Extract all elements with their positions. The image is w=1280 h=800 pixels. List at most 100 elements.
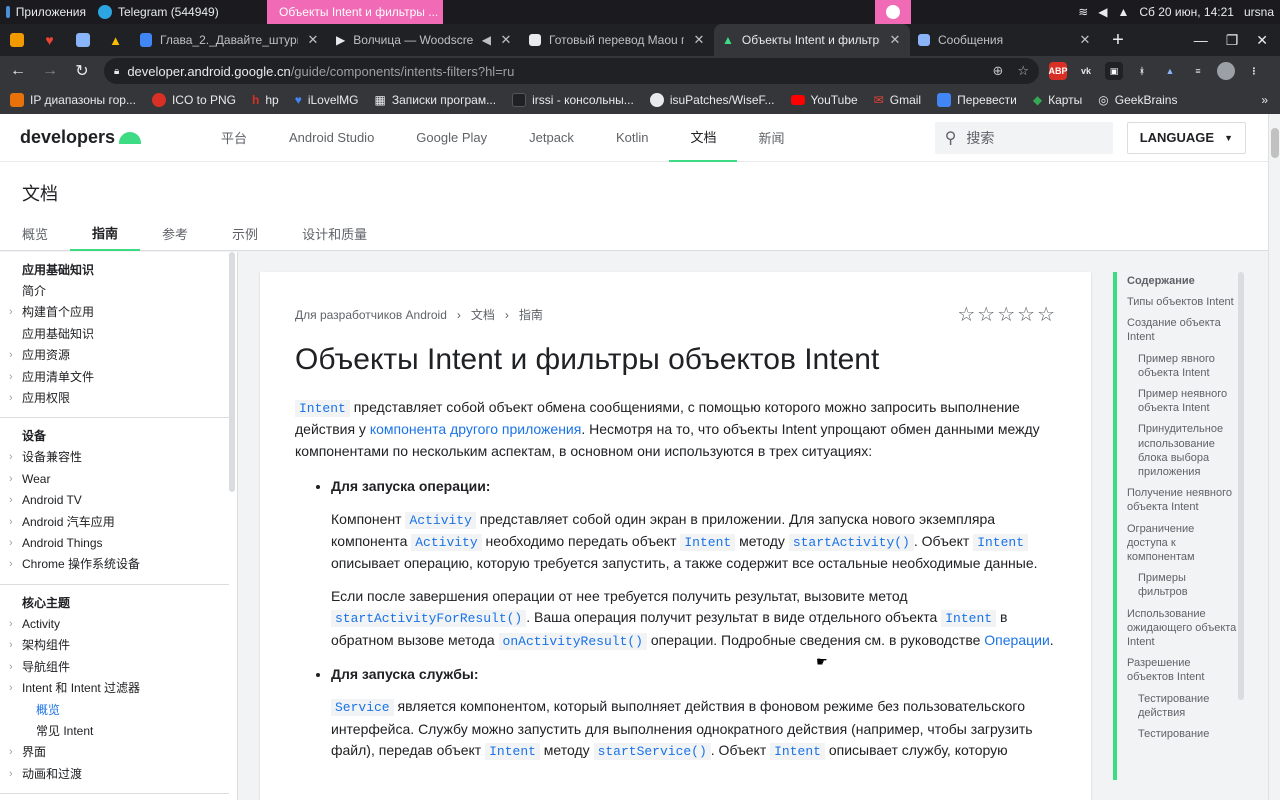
code-reference[interactable]: Intent [973,534,1029,552]
sidebar-item[interactable]: 简介 [0,281,229,302]
code-reference[interactable]: startActivityForResult() [331,610,527,628]
add-icon[interactable]: ⊕ [992,63,1003,79]
bell-icon[interactable]: ▲ [1117,5,1129,19]
nav-kotlin[interactable]: Kotlin [595,114,670,162]
sidebar-item[interactable]: Android 汽车应用 [0,512,229,534]
tab-music[interactable]: ▶ Волчица — Woodscre ◀ ✕ [328,24,521,56]
page-scrollbar[interactable] [1268,114,1280,800]
star-icon[interactable]: ☆ [1017,63,1029,79]
back-icon[interactable]: ← [4,62,32,80]
close-icon[interactable]: ✕ [692,32,706,48]
toc-item[interactable]: Тестирование действия [1127,692,1238,720]
language-button[interactable]: LANGUAGE ▼ [1126,121,1246,154]
maximize-icon[interactable]: ❐ [1226,24,1239,56]
taskbar-chrome-active[interactable]: Объекты Intent и фильтры ... [267,0,443,24]
toc-item[interactable]: Получение неявного объекта Intent [1127,486,1238,514]
nav-jetpack[interactable]: Jetpack [508,114,595,162]
tab-pinned-2[interactable]: ♥ [33,24,66,56]
toc-item[interactable]: Пример неявного объекта Intent [1127,387,1238,415]
sidebar-item[interactable]: 架构组件 [0,635,229,657]
sidebar-item[interactable]: Android TV [0,490,229,512]
toc-item[interactable]: Типы объектов Intent [1127,295,1238,309]
bookmark-item[interactable]: ◎ GeekBrains [1098,93,1177,107]
sidebar-item[interactable]: 导航组件 [0,657,229,679]
close-icon[interactable]: ✕ [1078,32,1092,48]
nav-platform[interactable]: 平台 [200,114,268,162]
sidebar-item[interactable]: 概览 [0,700,229,721]
breadcrumb-item[interactable]: 指南 [519,306,543,323]
toc-item[interactable]: Принудительное использование блока выбор… [1127,422,1238,479]
bookmark-item[interactable]: h hp [252,93,279,107]
star-icon[interactable]: ☆ [977,302,995,327]
code-reference[interactable]: startService() [593,743,711,761]
tab-reference[interactable]: 参考 [140,215,210,251]
developers-logo[interactable]: developers [20,127,200,148]
minimize-icon[interactable]: — [1194,24,1208,56]
menu-icon[interactable]: ⋮ [1245,62,1263,80]
sidebar-item[interactable]: Intent 和 Intent 过滤器 [0,678,229,700]
code-reference[interactable]: Activity [411,534,482,552]
clock[interactable]: Сб 20 июн, 14:21 [1139,5,1234,19]
close-icon[interactable]: ✕ [888,32,902,48]
tab-docs[interactable]: Глава_2._Давайте_штурмо ✕ [132,24,328,56]
taskbar-telegram[interactable]: Telegram (544949) [92,0,267,24]
extension-icon[interactable]: ▣ [1105,62,1123,80]
scrollbar-thumb[interactable] [1271,128,1279,158]
address-bar[interactable]: 🔒︎ developer.android.google.cn/guide/com… [104,58,1039,84]
code-reference[interactable]: Intent [941,610,997,628]
toc-item[interactable]: Тестирование [1127,727,1238,741]
toc-item[interactable]: Использование ожидающего объекта Intent [1127,607,1238,650]
new-tab-button[interactable]: + [1100,24,1136,56]
intent-code[interactable]: Intent [295,400,350,417]
sidebar-item[interactable]: Chrome 操作系统设备 [0,554,229,576]
reload-icon[interactable]: ↻ [68,61,96,81]
toc-item[interactable]: Разрешение объектов Intent [1127,656,1238,684]
profile-avatar[interactable] [1217,62,1235,80]
sidebar-item[interactable]: 常见 Intent [0,721,229,742]
tab-pinned-1[interactable] [0,24,33,56]
code-reference[interactable]: startActivity() [788,534,914,552]
toc-item[interactable]: Ограничение доступа к компонентам [1127,522,1238,565]
tab-translation[interactable]: Готовый перевод Maou по ✕ [521,24,714,56]
toc-item[interactable]: Создание объекта Intent [1127,316,1238,344]
nav-google-play[interactable]: Google Play [395,114,508,162]
tab-pinned-3[interactable] [66,24,99,56]
sidebar-item[interactable]: 应用权限 [0,388,229,410]
star-icon[interactable]: ☆ [997,302,1015,327]
user-name[interactable]: ursna [1244,5,1274,19]
sidebar-item[interactable]: Activity [0,614,229,636]
sidebar-item[interactable]: 应用基础知识 [0,324,229,345]
apps-menu[interactable]: Приложения [0,0,92,24]
breadcrumb-item[interactable]: Для разработчиков Android [295,308,447,322]
tab-design-quality[interactable]: 设计和质量 [280,215,389,251]
bookmark-item[interactable]: YouTube [790,93,858,107]
tab-guides[interactable]: 指南 [70,215,141,251]
tab-pinned-4[interactable]: ▲ [99,24,132,56]
toc-scrollbar[interactable] [1238,272,1244,700]
close-icon[interactable]: ✕ [306,32,320,48]
breadcrumb-item[interactable]: 文档 [471,306,495,323]
code-reference[interactable]: Intent [770,743,825,761]
star-icon[interactable]: ☆ [1037,302,1055,327]
close-window-icon[interactable]: ✕ [1256,24,1268,56]
bookmark-item[interactable]: ICO to PNG [151,93,236,107]
sidebar-item[interactable]: 界面 [0,742,229,764]
bookmark-item[interactable]: ▦ Записки програм... [375,93,497,107]
tab-samples[interactable]: 示例 [210,215,280,251]
bookmark-item[interactable]: ♥ iLovelMG [295,93,359,107]
volume-icon[interactable]: ◀ [1098,5,1107,19]
sidebar-item[interactable]: 构建首个应用 [0,302,229,324]
tab-intents-active[interactable]: ▲ Объекты Intent и фильтры ✕ [714,24,910,56]
taskbar-chrome-mini[interactable] [875,0,911,24]
forward-icon[interactable]: → [36,62,64,80]
tab-messages[interactable]: Сообщения ✕ [910,24,1100,56]
tab-overview[interactable]: 概览 [0,215,70,251]
code-reference[interactable]: onActivityResult() [498,632,647,650]
bookmark-item[interactable]: Перевести [937,93,1017,107]
star-icon[interactable]: ☆ [1017,302,1035,327]
sidebar-item[interactable]: 设备兼容性 [0,447,229,469]
bookmark-item[interactable]: ◆ Карты [1033,93,1082,107]
tool-icon[interactable]: ᚼ [1133,62,1151,80]
left-nav-scrollbar[interactable] [229,252,235,492]
sidebar-item[interactable]: Wear [0,469,229,491]
